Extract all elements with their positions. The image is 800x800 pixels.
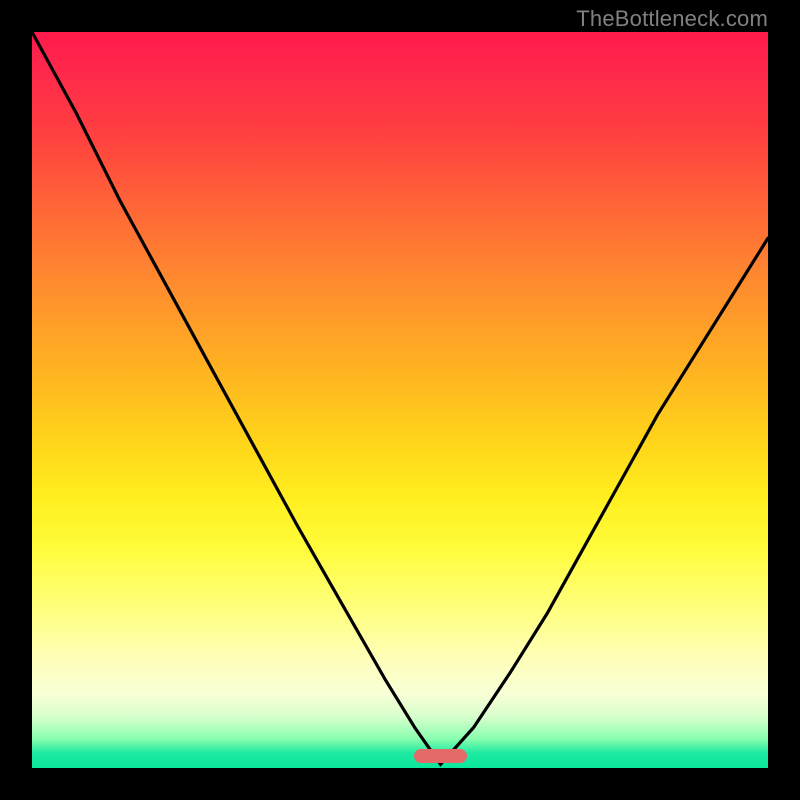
curve-path <box>32 32 768 764</box>
optimum-marker <box>414 749 467 763</box>
chart-frame: TheBottleneck.com <box>0 0 800 800</box>
bottleneck-curve <box>32 32 768 768</box>
plot-area <box>32 32 768 768</box>
watermark-label: TheBottleneck.com <box>576 6 768 32</box>
